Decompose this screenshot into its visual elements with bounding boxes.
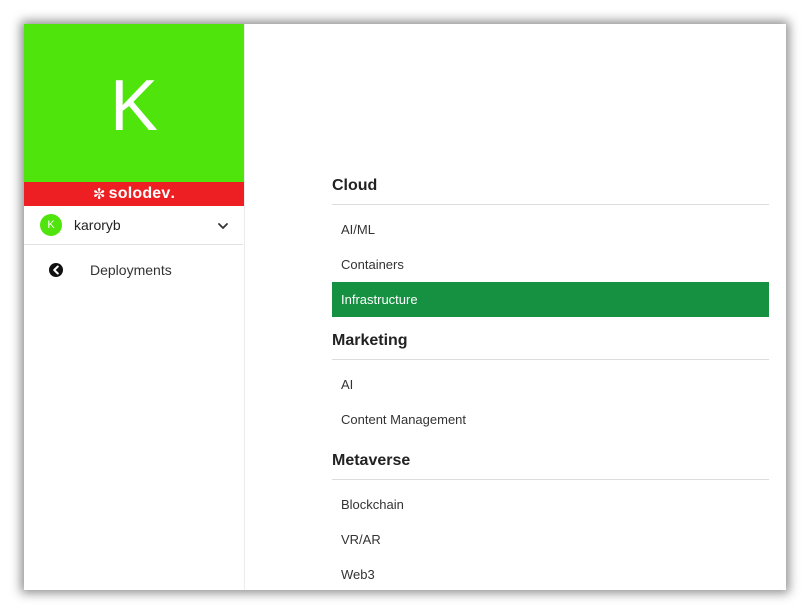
menu-item-ai-ml[interactable]: AI/ML	[332, 212, 769, 247]
menu-item-containers[interactable]: Containers	[332, 247, 769, 282]
profile-avatar-banner: K	[24, 24, 244, 182]
category-menu: Cloud AI/ML Containers Infrastructure Ma…	[332, 24, 769, 590]
menu-item-label: AI/ML	[341, 222, 375, 237]
divider	[332, 479, 769, 480]
user-name: karoryb	[74, 217, 121, 233]
group-heading-metaverse: Metaverse	[332, 452, 411, 469]
app-window: K ✼ solodev. K karoryb Deployments Cloud…	[24, 24, 786, 590]
profile-avatar-letter: K	[109, 66, 159, 146]
sidebar: K ✼ solodev. K karoryb Deployments	[24, 24, 245, 590]
sidebar-item-label: Deployments	[90, 262, 172, 278]
menu-item-label: Containers	[341, 257, 404, 272]
menu-item-content-management[interactable]: Content Management	[332, 402, 769, 437]
brand-suffix: .	[170, 185, 176, 202]
menu-item-label: Infrastructure	[341, 292, 418, 307]
sidebar-item-deployments[interactable]: Deployments	[24, 257, 243, 283]
user-menu[interactable]: K karoryb	[24, 206, 243, 245]
group-heading-cloud: Cloud	[332, 177, 378, 194]
chevron-down-icon[interactable]	[217, 219, 229, 237]
menu-item-vr-ar[interactable]: VR/AR	[332, 522, 769, 557]
menu-item-label: Content Management	[341, 412, 467, 427]
brand-logo-bar: ✼ solodev.	[24, 182, 244, 206]
menu-item-label: VR/AR	[341, 532, 381, 547]
divider	[332, 204, 769, 205]
menu-item-blockchain[interactable]: Blockchain	[332, 487, 769, 522]
menu-item-label: Blockchain	[341, 497, 404, 512]
menu-item-web3[interactable]: Web3	[332, 557, 769, 590]
divider	[332, 359, 769, 360]
user-avatar: K	[40, 214, 62, 236]
brand-name: solodev	[108, 185, 171, 202]
group-heading-marketing: Marketing	[332, 332, 408, 349]
menu-item-infrastructure[interactable]: Infrastructure	[332, 282, 769, 317]
menu-item-ai[interactable]: AI	[332, 367, 769, 402]
menu-item-label: AI	[341, 377, 354, 392]
brand-logo-icon: ✼	[92, 186, 106, 203]
menu-item-label: Web3	[341, 567, 375, 582]
circle-arrow-left-icon	[48, 262, 64, 278]
